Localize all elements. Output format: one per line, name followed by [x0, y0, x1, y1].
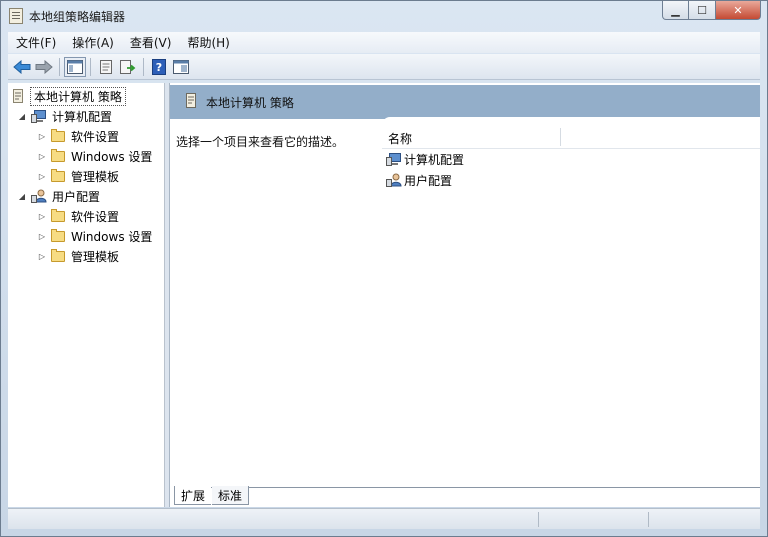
- tree-item-computer[interactable]: ◢ 计算机配置: [17, 106, 112, 126]
- status-separator: [538, 512, 539, 527]
- user-icon: [31, 189, 47, 203]
- list-item-label: 用户配置: [404, 173, 453, 188]
- tree-item-label: 软件设置: [71, 129, 120, 144]
- back-button[interactable]: [11, 57, 33, 77]
- folder-icon: [51, 128, 65, 142]
- description-text: 选择一个项目来查看它的描述。: [176, 135, 345, 149]
- menu-view[interactable]: 查看(V): [122, 34, 180, 51]
- maximize-button[interactable]: ☐: [689, 1, 716, 20]
- tree-item-computer-admin[interactable]: ▷ 管理模板: [37, 166, 119, 186]
- export-icon: [120, 59, 136, 74]
- policy-doc-icon: [13, 89, 23, 103]
- show-tree-button[interactable]: [64, 56, 86, 77]
- content-area: 本地计算机 策略 ◢ 计算机配置 ▷ 软件设置 ▷ Windows 设置 ▷ 管…: [8, 83, 760, 507]
- policy-doc-icon: [186, 93, 196, 108]
- tree-root-label: 本地计算机 策略: [30, 86, 126, 106]
- tree-root[interactable]: 本地计算机 策略: [11, 86, 126, 106]
- list-item[interactable]: 计算机配置: [386, 149, 464, 169]
- tab-standard[interactable]: 标准: [212, 486, 250, 505]
- console-tree-icon: [67, 59, 83, 74]
- minimize-button[interactable]: ▁: [662, 1, 689, 20]
- computer-icon: [386, 153, 401, 166]
- expand-arrow-icon[interactable]: ▷: [37, 212, 47, 221]
- menu-file[interactable]: 文件(F): [8, 34, 64, 51]
- tree-item-label: 用户配置: [52, 189, 101, 204]
- tree-item-label: Windows 设置: [71, 229, 153, 244]
- folder-icon: [51, 208, 65, 222]
- column-header[interactable]: 名称: [382, 126, 760, 149]
- folder-icon: [51, 248, 65, 262]
- tree-item-user-windows[interactable]: ▷ Windows 设置: [37, 226, 152, 246]
- collapse-arrow-icon[interactable]: ◢: [17, 112, 27, 121]
- column-header-name[interactable]: 名称: [388, 130, 412, 147]
- toolbar-separator: [143, 57, 144, 76]
- toolbar: ?: [8, 54, 760, 80]
- svg-text:?: ?: [156, 61, 162, 74]
- menu-help[interactable]: 帮助(H): [179, 34, 237, 51]
- toolbar-separator: [90, 57, 91, 76]
- tree-item-user-software[interactable]: ▷ 软件设置: [37, 206, 119, 226]
- main-window: 本地组策略编辑器 ▁ ☐ ✕ 文件(F) 操作(A) 查看(V) 帮助(H) ?…: [0, 0, 768, 537]
- tree-item-label: Windows 设置: [71, 149, 153, 164]
- tree-item-computer-software[interactable]: ▷ 软件设置: [37, 126, 119, 146]
- tree-item-computer-windows[interactable]: ▷ Windows 设置: [37, 146, 152, 166]
- status-separator: [648, 512, 649, 527]
- folder-icon: [51, 168, 65, 182]
- view-icon: [173, 59, 189, 74]
- tree-item-user[interactable]: ◢ 用户配置: [17, 186, 100, 206]
- expand-arrow-icon[interactable]: ▷: [37, 252, 47, 261]
- item-list[interactable]: 名称 计算机配置 用户配置: [382, 117, 760, 477]
- column-separator[interactable]: [560, 128, 561, 146]
- tab-extended[interactable]: 扩展: [174, 486, 212, 505]
- tree-item-label: 软件设置: [71, 209, 120, 224]
- close-icon: ✕: [733, 3, 743, 17]
- export-list-button[interactable]: [117, 57, 139, 77]
- expand-arrow-icon[interactable]: ▷: [37, 152, 47, 161]
- computer-icon: [31, 110, 46, 123]
- status-bar: [8, 508, 760, 529]
- folder-icon: [51, 148, 65, 162]
- toolbar-separator: [59, 57, 60, 76]
- window-controls: ▁ ☐ ✕: [662, 1, 761, 20]
- minimize-icon: ▁: [671, 3, 680, 17]
- forward-button[interactable]: [33, 57, 55, 77]
- folder-icon: [51, 228, 65, 242]
- expand-arrow-icon[interactable]: ▷: [37, 172, 47, 181]
- tab-baseline: [174, 487, 760, 488]
- console-tree[interactable]: 本地计算机 策略 ◢ 计算机配置 ▷ 软件设置 ▷ Windows 设置 ▷ 管…: [8, 83, 165, 507]
- window-title: 本地组策略编辑器: [29, 10, 126, 24]
- close-button[interactable]: ✕: [716, 1, 761, 20]
- expand-arrow-icon[interactable]: ▷: [37, 232, 47, 241]
- tree-item-label: 计算机配置: [52, 109, 113, 124]
- properties-icon: [100, 59, 112, 74]
- details-pane: 本地计算机 策略 选择一个项目来查看它的描述。 名称 计算机配置 用户配置 扩展…: [169, 83, 760, 507]
- properties-button[interactable]: [95, 57, 117, 77]
- user-icon: [386, 173, 402, 187]
- title-bar[interactable]: 本地组策略编辑器 ▁ ☐ ✕: [1, 1, 767, 31]
- menu-bar: 文件(F) 操作(A) 查看(V) 帮助(H): [8, 32, 760, 53]
- maximize-icon: ☐: [697, 3, 707, 17]
- view-tabs: 扩展 标准: [174, 485, 760, 507]
- back-arrow-icon: [13, 59, 31, 74]
- tree-item-label: 管理模板: [71, 249, 120, 264]
- details-header-title: 本地计算机 策略: [206, 96, 294, 110]
- list-item-label: 计算机配置: [404, 152, 465, 167]
- help-icon: ?: [152, 58, 166, 75]
- collapse-arrow-icon[interactable]: ◢: [17, 192, 27, 201]
- view-button[interactable]: [170, 57, 192, 77]
- details-header: 本地计算机 策略: [170, 85, 760, 119]
- help-button[interactable]: ?: [148, 57, 170, 77]
- tree-item-label: 管理模板: [71, 169, 120, 184]
- menu-action[interactable]: 操作(A): [64, 34, 122, 51]
- expand-arrow-icon[interactable]: ▷: [37, 132, 47, 141]
- list-item[interactable]: 用户配置: [386, 170, 452, 190]
- tree-item-user-admin[interactable]: ▷ 管理模板: [37, 246, 119, 266]
- policy-doc-icon: [9, 8, 23, 24]
- forward-arrow-icon: [35, 59, 53, 74]
